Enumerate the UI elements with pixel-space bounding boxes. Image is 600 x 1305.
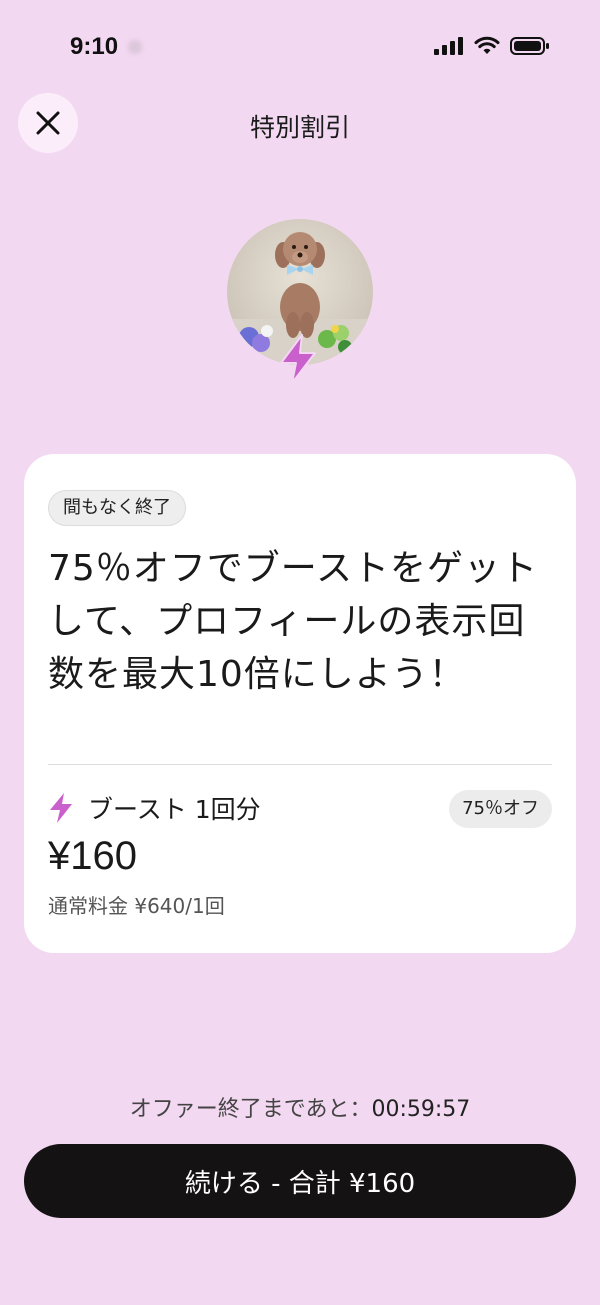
cellular-signal-icon	[434, 37, 463, 55]
offer-price: ¥160	[48, 834, 137, 878]
regular-price: 通常料金 ¥640/1回	[48, 894, 225, 918]
wifi-icon	[474, 36, 500, 54]
special-offer-screen: 9:10 特別割引 間もなく終了 75％オフでブーストをゲットして、プロフィール…	[0, 0, 600, 1305]
offer-card: 間もなく終了 75％オフでブーストをゲットして、プロフィールの表示回数を最大10…	[24, 454, 576, 953]
battery-icon	[510, 37, 549, 55]
boost-item-row: ブースト 1回分	[48, 790, 261, 826]
offer-headline: 75％オフでブーストをゲットして、プロフィールの表示回数を最大10倍にしよう！	[48, 548, 539, 695]
boost-bolt-icon	[280, 334, 316, 384]
status-bar: 9:10	[0, 0, 600, 96]
ending-soon-badge: 間もなく終了	[48, 490, 186, 526]
offer-countdown: オファー終了まであと：00:59:57	[0, 1091, 600, 1123]
continue-button[interactable]: 続ける - 合計 ¥160	[24, 1144, 576, 1218]
lightning-bolt-icon	[50, 793, 72, 823]
status-indicator-icon	[128, 40, 142, 54]
profile-avatar-container	[227, 219, 373, 384]
status-time: 9:10	[70, 33, 119, 60]
boost-item-label: ブースト 1回分	[88, 795, 261, 824]
countdown-label: オファー終了まであと：	[129, 1097, 372, 1122]
divider	[48, 764, 552, 765]
page-title: 特別割引	[249, 113, 350, 142]
discount-badge: 75％オフ	[449, 790, 552, 828]
status-icons	[434, 36, 550, 56]
countdown-time: 00:59:57	[371, 1097, 471, 1122]
